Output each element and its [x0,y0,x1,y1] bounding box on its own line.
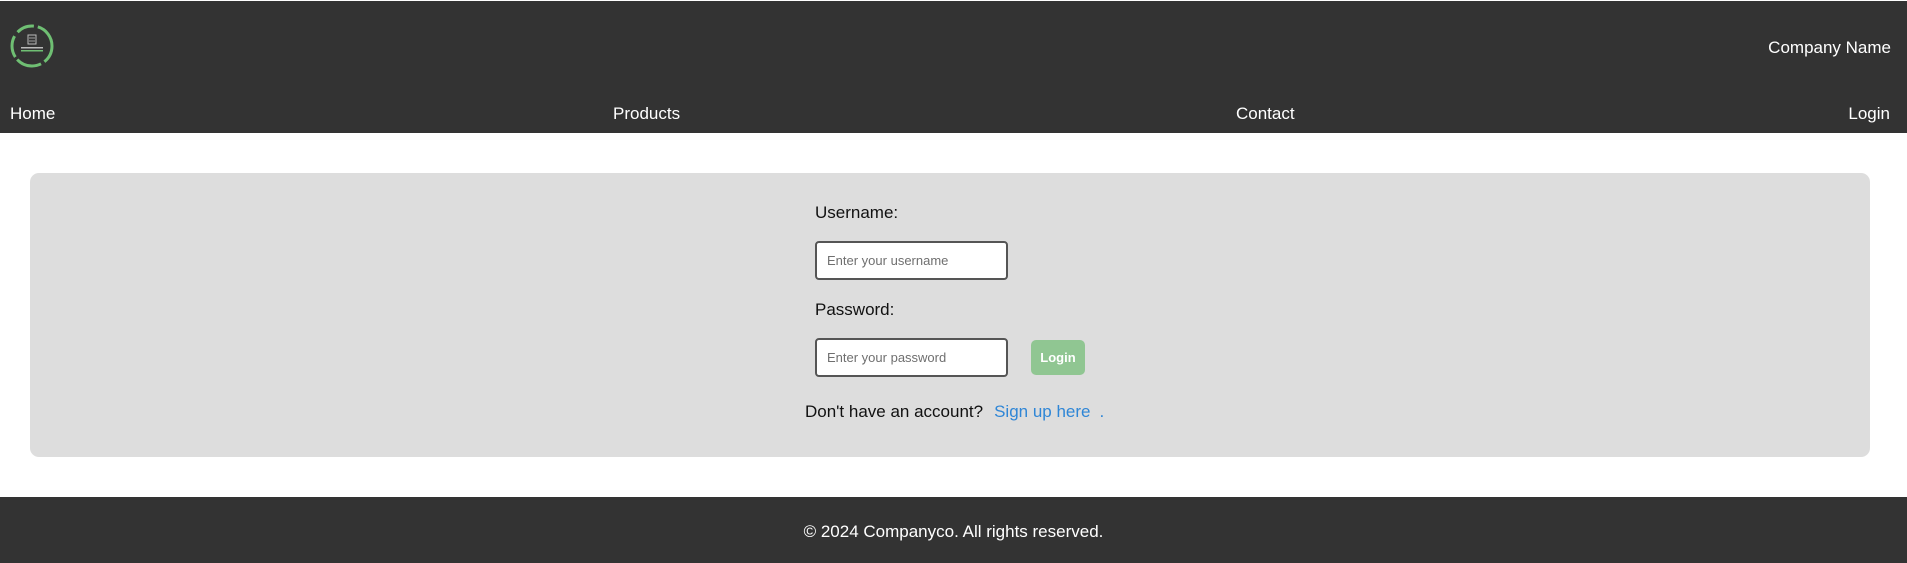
company-name: Company Name [1768,38,1891,57]
site-header: Company Name Home Products Contact Login [0,1,1907,133]
password-label: Password: [815,300,895,319]
login-button[interactable]: Login [1031,340,1085,375]
signup-link[interactable]: Sign up here [994,402,1090,421]
signup-prompt-text: Don't have an account? [805,402,984,421]
nav-item-products[interactable]: Products [613,104,680,124]
company-logo-icon[interactable] [9,23,55,69]
username-input[interactable] [815,241,1008,280]
nav-item-home[interactable]: Home [10,104,55,124]
password-input[interactable] [815,338,1008,377]
site-footer: © 2024 Companyco. All rights reserved. [0,497,1907,563]
username-label: Username: [815,203,899,222]
signup-period: . [1099,402,1105,421]
nav-item-login[interactable]: Login [1848,104,1890,124]
copyright-text: © 2024 Companyco. All rights reserved. [803,522,1104,541]
signup-prompt-row: Don't have an account? Sign up here. [805,402,1104,422]
login-panel: Username: Password: Login Don't have an … [30,173,1870,457]
nav-item-contact[interactable]: Contact [1236,104,1295,124]
